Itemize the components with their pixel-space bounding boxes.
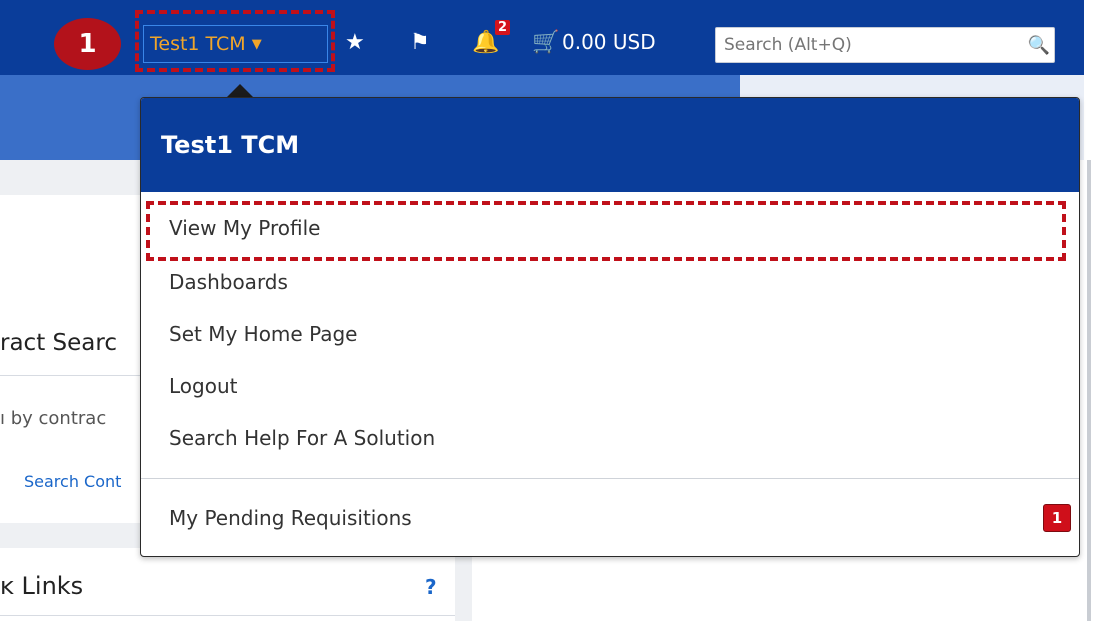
cart-total[interactable]: 0.00 USD <box>562 30 656 54</box>
star-icon[interactable]: ★ <box>345 30 365 55</box>
scrollbar[interactable] <box>1087 160 1091 621</box>
flag-icon[interactable]: ⚑ <box>410 30 430 55</box>
user-dropdown-menu: Test1 TCM View My Profile Dashboards Set… <box>140 97 1080 557</box>
search-contracts-link[interactable]: Search Cont <box>24 472 121 491</box>
quick-links-help-icon[interactable]: ? <box>425 575 437 599</box>
contract-search-input[interactable]: ı by contrac <box>0 408 106 429</box>
user-menu-highlight <box>135 10 335 72</box>
step-number-badge: 1 <box>54 18 121 70</box>
menu-item-dashboards[interactable]: Dashboards <box>169 270 288 294</box>
notification-count-badge: 2 <box>495 20 511 35</box>
contract-search-title: ract Searc <box>0 330 117 356</box>
global-search[interactable]: 🔍 <box>715 27 1055 63</box>
search-icon[interactable]: 🔍 <box>1024 35 1054 56</box>
menu-item-logout[interactable]: Logout <box>169 374 237 398</box>
search-input[interactable] <box>716 34 1024 56</box>
menu-divider <box>141 478 1079 479</box>
view-my-profile-highlight <box>146 201 1066 261</box>
quick-links-title: ĸ Links <box>0 572 84 600</box>
cart-icon[interactable]: 🛒 <box>532 30 559 55</box>
menu-item-my-pending-requisitions[interactable]: My Pending Requisitions <box>169 506 412 530</box>
dropdown-pointer <box>226 84 254 98</box>
pending-count-badge: 1 <box>1043 504 1071 532</box>
menu-item-set-my-home-page[interactable]: Set My Home Page <box>169 322 358 346</box>
divider <box>0 615 455 616</box>
dropdown-header: Test1 TCM <box>141 98 1079 192</box>
menu-item-search-help[interactable]: Search Help For A Solution <box>169 426 435 450</box>
